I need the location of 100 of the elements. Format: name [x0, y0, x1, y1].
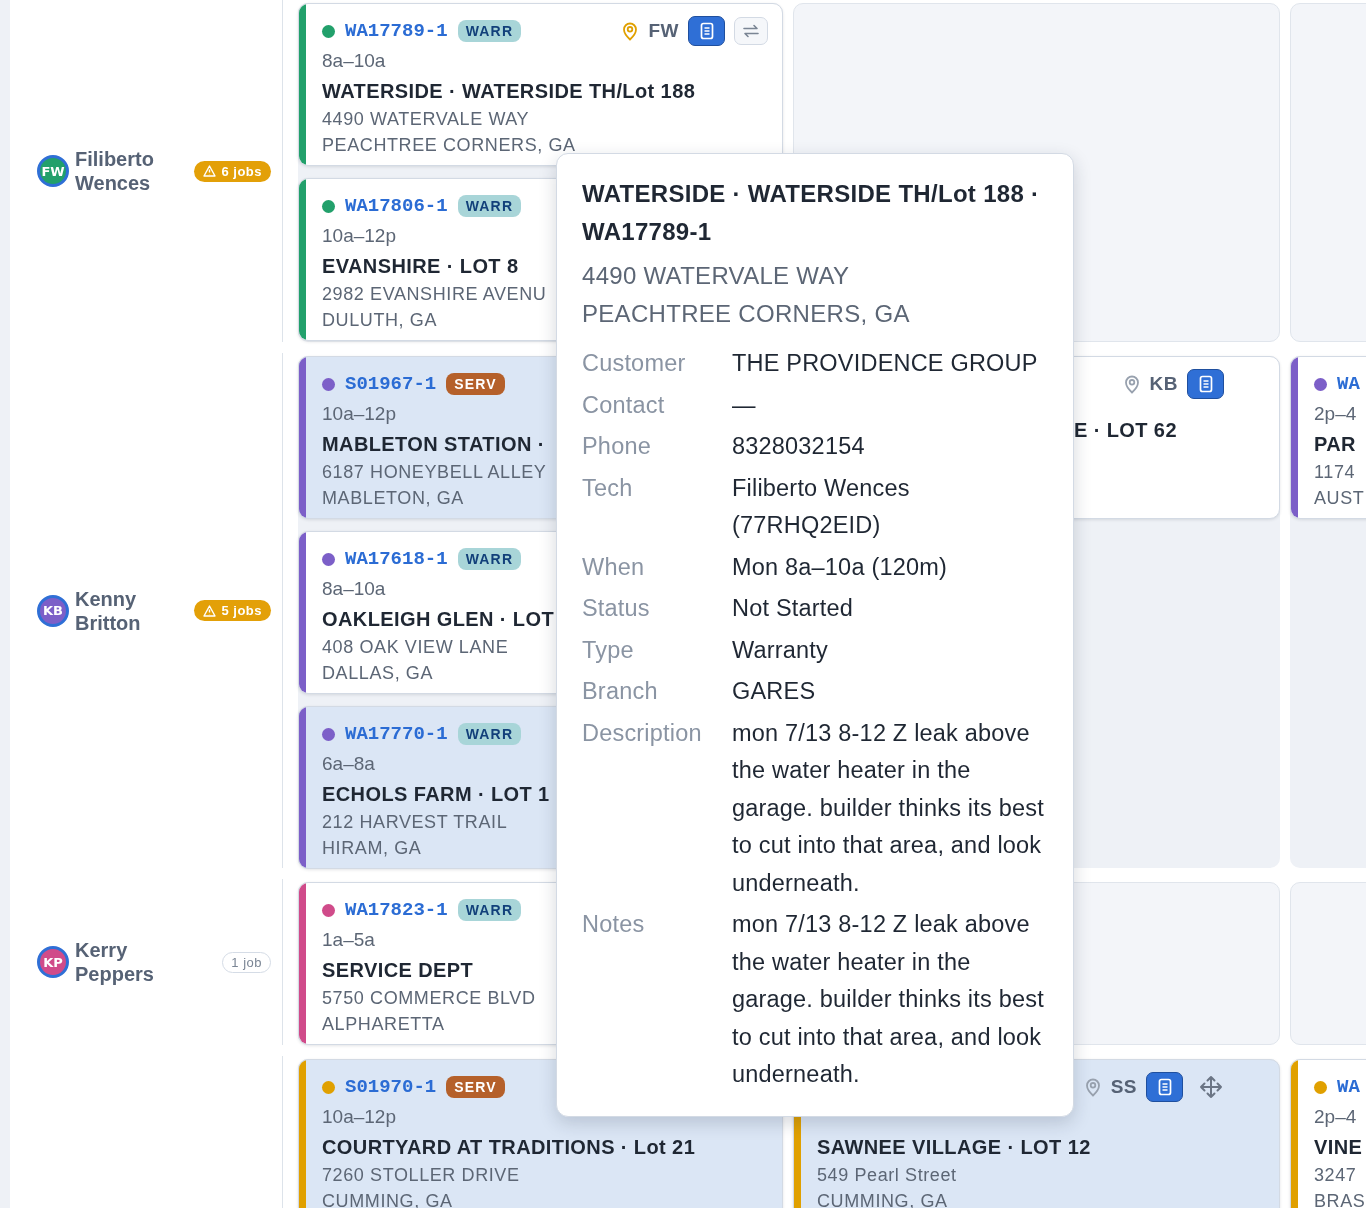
field-value: mon 7/13 8-12 Z leak above the water heater in the garage. builder thinks its best to cut into that area, and look underneath.	[732, 718, 1045, 898]
job-title: VINE	[1314, 1135, 1363, 1160]
field-value: 8328032154	[732, 432, 866, 461]
document-icon	[1198, 375, 1213, 393]
time-range: 2p–4	[1314, 402, 1357, 426]
field-value: Mon 8a–10a (120m)	[732, 552, 949, 582]
job-title: SAWNEE VILLAGE · LOT 12	[817, 1135, 1091, 1160]
notes-button[interactable]	[688, 16, 725, 46]
address-line: 4490 WATERVALE WAY	[582, 261, 851, 291]
city-state: DULUTH, GA	[322, 309, 437, 332]
field-value: Not Started	[732, 594, 855, 623]
field-value: THE PROVIDENCE GROUP	[732, 349, 1039, 378]
swap-icon	[742, 24, 760, 38]
street-address: 212 HARVEST TRAIL	[322, 811, 508, 834]
job-title: EVANSHIRE · LOT 8	[322, 254, 519, 279]
time-range: 10a–12p	[322, 1105, 396, 1129]
time-range: 8a–10a	[322, 577, 386, 601]
city-state: MABLETON, GA	[322, 487, 464, 510]
city-state: AUST	[1314, 487, 1365, 510]
field-value: Warranty	[732, 635, 830, 665]
city-state: DALLAS, GA	[322, 662, 434, 685]
job-id[interactable]: S01970-1	[345, 1076, 437, 1098]
job-id[interactable]: WA	[1337, 1076, 1360, 1098]
field-label: Phone	[582, 432, 652, 461]
job-id[interactable]: WA17789-1	[345, 20, 448, 42]
street-address: 2982 EVANSHIRE AVENU	[322, 283, 547, 306]
job-id[interactable]: WA17823-1	[345, 899, 448, 921]
field-label: Branch	[582, 677, 659, 706]
technician-name: Kerry Peppers	[75, 938, 155, 986]
street-address: 7260 STOLLER DRIVE	[322, 1164, 520, 1187]
job-id[interactable]: WA17618-1	[345, 548, 448, 570]
field-value: GARES	[732, 677, 817, 706]
street-address: 3247	[1314, 1164, 1357, 1187]
job-count-badge: 6 jobs	[194, 160, 271, 182]
job-id[interactable]: WA17770-1	[345, 723, 448, 745]
job-type-tag: WARR	[457, 20, 522, 42]
field-label: Customer	[582, 349, 687, 378]
time-range: 8a–10a	[322, 49, 386, 73]
field-label: Notes	[582, 910, 646, 939]
city-state: ALPHARETTA	[322, 1013, 445, 1036]
swap-button[interactable]	[734, 17, 768, 45]
time-range: 6a–8a	[322, 752, 375, 776]
time-range: 10a–12p	[322, 402, 396, 426]
field-value: Filiberto Wences (77RHQ2EID)	[732, 473, 911, 540]
technician-name: Kenny Britton	[75, 586, 142, 635]
city-state: BRAS	[1314, 1190, 1366, 1208]
city-state: HIRAM, GA	[322, 837, 422, 860]
tech-initials: FW	[648, 20, 679, 42]
job-title: SERVICE DEPT	[322, 958, 474, 983]
job-title: ECHOLS FARM · LOT 1	[322, 782, 550, 807]
job-title: WATERSIDE · WATERSIDE TH/Lot 188	[322, 79, 696, 104]
move-icon[interactable]	[1198, 1074, 1224, 1100]
address-line: PEACHTREE CORNERS, GA	[582, 299, 911, 329]
field-value: mon 7/13 8-12 Z leak above the water heater in the garage. builder thinks its best to cut into that area, and look underneath.	[732, 910, 1045, 1089]
job-id[interactable]: WA17806-1	[345, 195, 448, 217]
field-label: When	[582, 552, 646, 582]
job-type-tag: WARR	[457, 723, 522, 745]
document-icon	[1157, 1078, 1172, 1096]
document-icon	[699, 22, 714, 40]
tech-initials: SS	[1110, 1076, 1137, 1098]
warning-icon	[203, 604, 217, 617]
job-id[interactable]: WA	[1337, 373, 1360, 395]
field-label: Tech	[582, 473, 634, 503]
street-address: 4490 WATERVALE WAY	[322, 108, 530, 131]
job-type-tag: SERV	[446, 1076, 505, 1098]
field-label: Status	[582, 594, 651, 623]
time-range: 1a–5a	[322, 928, 375, 952]
field-label: Contact	[582, 390, 666, 420]
job-title: PAR	[1314, 432, 1356, 457]
job-type-tag: WARR	[457, 899, 522, 921]
street-address: 1174	[1314, 461, 1356, 484]
avatar: KP	[37, 946, 69, 978]
time-range: 2p–4	[1314, 1105, 1357, 1129]
field-value: —	[732, 390, 757, 420]
job-title: COURTYARD AT TRADITIONS · Lot 21	[322, 1135, 696, 1160]
street-address: 549 Pearl Street	[817, 1164, 957, 1187]
job-title: OAKLEIGH GLEN · LOT	[322, 607, 555, 632]
job-title: E · LOT 62	[1074, 418, 1177, 443]
tooltip-title: WATERSIDE · WATERSIDE TH/Lot 188 · WA17789-1	[582, 179, 1041, 247]
city-state: PEACHTREE CORNERS, GA	[322, 134, 576, 157]
warning-icon	[203, 165, 217, 177]
job-type-tag: SERV	[446, 373, 505, 395]
time-range: 10a–12p	[322, 224, 396, 248]
street-address: 5750 COMMERCE BLVD	[322, 987, 536, 1010]
job-id[interactable]: S01967-1	[345, 373, 437, 395]
avatar: KB	[37, 594, 69, 627]
field-label: Description	[582, 718, 703, 748]
tech-initials: KB	[1149, 373, 1178, 395]
job-count-badge: 5 jobs	[194, 600, 271, 621]
technician-name: Filiberto Wences	[75, 147, 155, 195]
job-title: MABLETON STATION ·	[322, 432, 545, 457]
notes-button[interactable]	[1187, 369, 1224, 399]
avatar: FW	[37, 155, 69, 187]
field-label: Type	[582, 635, 635, 665]
job-type-tag: WARR	[457, 548, 522, 570]
job-count-badge: 1 job	[222, 951, 271, 973]
street-address: 6187 HONEYBELL ALLEY	[322, 461, 547, 484]
street-address: 408 OAK VIEW LANE	[322, 636, 509, 659]
job-type-tag: WARR	[457, 195, 522, 217]
notes-button[interactable]	[1146, 1072, 1183, 1102]
